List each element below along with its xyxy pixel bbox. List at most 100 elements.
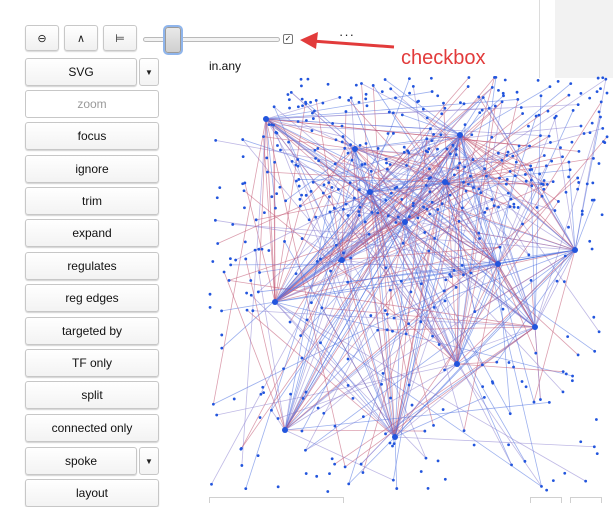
graph-node[interactable] xyxy=(268,123,271,126)
graph-node[interactable] xyxy=(483,167,486,170)
graph-node[interactable] xyxy=(220,310,223,313)
graph-node[interactable] xyxy=(432,424,435,427)
graph-node[interactable] xyxy=(527,253,530,256)
graph-node[interactable] xyxy=(358,101,361,104)
graph-node[interactable] xyxy=(301,98,304,101)
graph-node[interactable] xyxy=(483,211,486,214)
graph-node[interactable] xyxy=(463,429,466,432)
graph-node[interactable] xyxy=(591,181,594,184)
graph-node[interactable] xyxy=(470,133,473,136)
graph-node[interactable] xyxy=(220,347,223,350)
graph-node[interactable] xyxy=(241,182,244,185)
graph-node[interactable] xyxy=(504,79,507,82)
graph-node[interactable] xyxy=(277,485,280,488)
zoom-slider-track[interactable] xyxy=(143,37,280,42)
graph-node[interactable] xyxy=(263,211,266,214)
graph-node[interactable] xyxy=(493,204,496,207)
graph-node[interactable] xyxy=(231,223,234,226)
graph-node[interactable] xyxy=(331,122,334,125)
graph-node[interactable] xyxy=(495,361,498,364)
graph-node[interactable] xyxy=(490,198,493,201)
graph-node[interactable] xyxy=(538,114,541,117)
graph-node[interactable] xyxy=(384,199,387,202)
graph-node[interactable] xyxy=(211,260,214,263)
graph-node[interactable] xyxy=(525,385,528,388)
graph-node[interactable] xyxy=(524,173,527,176)
graph-node[interactable] xyxy=(592,157,595,160)
graph-node[interactable] xyxy=(218,186,221,189)
graph-node[interactable] xyxy=(545,164,548,167)
graph-node[interactable] xyxy=(601,76,604,79)
graph-node[interactable] xyxy=(408,77,411,80)
graph-node[interactable] xyxy=(261,386,264,389)
graph-node[interactable] xyxy=(579,440,582,443)
graph-node[interactable] xyxy=(311,129,314,132)
graph-node[interactable] xyxy=(548,135,551,138)
graph-node[interactable] xyxy=(241,138,244,141)
graph-node[interactable] xyxy=(443,369,446,372)
graph-node[interactable] xyxy=(598,162,601,165)
graph-node[interactable] xyxy=(407,322,410,325)
graph-node[interactable] xyxy=(347,384,350,387)
graph-node[interactable] xyxy=(538,173,541,176)
graph-node[interactable] xyxy=(210,483,213,486)
graph-node[interactable] xyxy=(291,160,294,163)
graph-node[interactable] xyxy=(407,151,410,154)
graph-node[interactable] xyxy=(497,89,500,92)
graph-node[interactable] xyxy=(431,90,434,93)
graph-node[interactable] xyxy=(389,87,392,90)
graph-node[interactable] xyxy=(542,183,545,186)
graph-node[interactable] xyxy=(467,76,470,79)
graph-node[interactable] xyxy=(301,430,304,433)
graph-node[interactable] xyxy=(510,463,513,466)
graph-node[interactable] xyxy=(384,309,387,312)
graph-node[interactable] xyxy=(261,248,264,251)
graph-node[interactable] xyxy=(502,308,505,311)
graph-node[interactable] xyxy=(310,190,313,193)
graph-node[interactable] xyxy=(422,108,425,111)
graph-node[interactable] xyxy=(481,385,484,388)
graph-node[interactable] xyxy=(371,211,374,214)
graph-node[interactable] xyxy=(384,78,387,81)
graph-node[interactable] xyxy=(507,151,510,154)
graph-node[interactable] xyxy=(250,294,253,297)
graph-node[interactable] xyxy=(270,123,273,126)
graph-node[interactable] xyxy=(284,199,287,202)
graph-node[interactable] xyxy=(212,403,215,406)
graph-node[interactable] xyxy=(288,107,291,110)
graph-node[interactable] xyxy=(246,309,249,312)
graph-node[interactable] xyxy=(338,96,341,99)
graph-node[interactable] xyxy=(316,147,319,150)
graph-node[interactable] xyxy=(216,242,219,245)
graph-node[interactable] xyxy=(561,155,564,158)
graph-node[interactable] xyxy=(360,463,363,466)
graph-node[interactable] xyxy=(530,179,533,182)
graph-hub-node[interactable] xyxy=(339,257,345,263)
graph-node[interactable] xyxy=(578,150,581,153)
graph-node[interactable] xyxy=(491,86,494,89)
graph-node[interactable] xyxy=(350,96,353,99)
graph-node[interactable] xyxy=(477,96,480,99)
graph-node[interactable] xyxy=(510,198,513,201)
graph-node[interactable] xyxy=(527,125,530,128)
graph-node[interactable] xyxy=(463,102,466,105)
graph-node[interactable] xyxy=(431,201,434,204)
graph-node[interactable] xyxy=(436,94,439,97)
graph-node[interactable] xyxy=(449,194,452,197)
graph-node[interactable] xyxy=(333,463,336,466)
graph-node[interactable] xyxy=(347,358,350,361)
graph-node[interactable] xyxy=(229,263,232,266)
graph-node[interactable] xyxy=(312,117,315,120)
graph-node[interactable] xyxy=(295,272,298,275)
graph-node[interactable] xyxy=(425,184,428,187)
graph-node[interactable] xyxy=(448,273,451,276)
graph-node[interactable] xyxy=(432,133,435,136)
graph-node[interactable] xyxy=(479,191,482,194)
graph-node[interactable] xyxy=(440,112,443,115)
graph-hub-node[interactable] xyxy=(442,179,448,185)
graph-node[interactable] xyxy=(387,132,390,135)
graph-node[interactable] xyxy=(511,155,514,158)
graph-node[interactable] xyxy=(389,289,392,292)
graph-node[interactable] xyxy=(255,218,258,221)
graph-node[interactable] xyxy=(214,139,217,142)
